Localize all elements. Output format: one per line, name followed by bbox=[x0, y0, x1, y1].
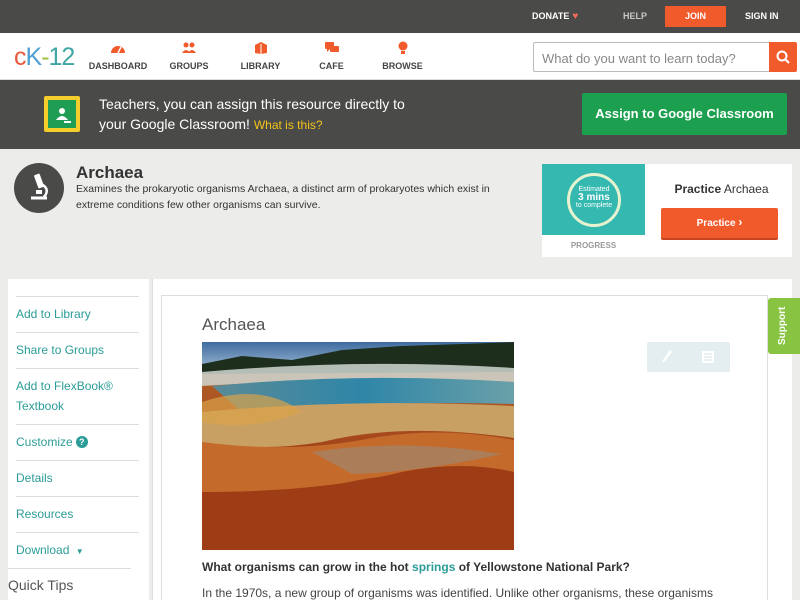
practice-button-label: Practice bbox=[696, 218, 736, 229]
google-classroom-icon bbox=[44, 96, 80, 132]
heart-icon: ♥ bbox=[572, 11, 579, 22]
question-text-end: of Yellowstone National Park? bbox=[458, 560, 630, 574]
sidebar-item-add-to-library[interactable]: Add to Library bbox=[16, 296, 139, 332]
join-button[interactable]: JOIN bbox=[665, 6, 726, 27]
logo-dash: - bbox=[41, 43, 49, 71]
caret-down-icon: ▼ bbox=[75, 547, 84, 556]
what-is-this-link[interactable]: What is this? bbox=[254, 118, 323, 132]
banner-line-1: Teachers, you can assign this resource d… bbox=[99, 96, 405, 112]
nav-library-label: LIBRARY bbox=[240, 61, 281, 71]
sign-in-link[interactable]: SIGN IN bbox=[745, 11, 779, 21]
sidebar-item-share-to-groups[interactable]: Share to Groups bbox=[16, 332, 139, 368]
estimated-mins: 3 mins bbox=[578, 192, 610, 203]
estimated-time-badge: Estimated 3 mins to complete bbox=[567, 173, 621, 227]
sidebar-item-customize[interactable]: Customize? bbox=[16, 424, 139, 460]
chevron-right-icon: › bbox=[738, 215, 743, 229]
nav-browse-label: BROWSE bbox=[382, 61, 423, 71]
support-label: Support bbox=[777, 306, 788, 345]
microscope-icon bbox=[14, 163, 64, 213]
annotation-tools bbox=[647, 342, 730, 372]
logo-12: 12 bbox=[48, 43, 76, 71]
nav-groups-label: GROUPS bbox=[169, 61, 209, 71]
nav-dashboard[interactable]: DASHBOARD bbox=[88, 41, 148, 71]
nav-library[interactable]: LIBRARY bbox=[238, 41, 283, 71]
support-tab[interactable]: Support bbox=[768, 298, 800, 354]
assign-to-google-classroom-button[interactable]: Assign to Google Classroom bbox=[582, 93, 787, 135]
progress-label: PROGRESS bbox=[570, 241, 617, 250]
library-icon bbox=[254, 42, 267, 54]
content-title: Archaea bbox=[202, 315, 266, 334]
nav-groups[interactable]: GROUPS bbox=[164, 41, 214, 71]
notes-icon[interactable] bbox=[701, 350, 715, 364]
help-link[interactable]: HELP bbox=[623, 11, 647, 21]
sidebar-item-resources[interactable]: Resources bbox=[16, 496, 139, 532]
sidebar-item-details[interactable]: Details bbox=[16, 460, 139, 496]
question-text-start: What organisms can grow in the hot bbox=[202, 560, 409, 574]
ck12-logo[interactable]: cK-12 bbox=[14, 43, 76, 72]
search-button[interactable] bbox=[769, 42, 797, 72]
cafe-icon bbox=[324, 42, 339, 52]
donate-link[interactable]: DONATE ♥ bbox=[532, 11, 578, 22]
practice-title: Practice Archaea bbox=[651, 182, 792, 196]
sidebar-item-download[interactable]: Download ▼ bbox=[16, 532, 139, 568]
download-label: Download bbox=[16, 543, 70, 557]
donate-label: DONATE bbox=[532, 11, 570, 21]
nav-browse[interactable]: BROWSE bbox=[380, 41, 425, 71]
nav-cafe-label: CAFE bbox=[319, 61, 344, 71]
springs-link[interactable]: springs bbox=[412, 560, 455, 574]
practice-title-topic: Archaea bbox=[723, 182, 769, 196]
browse-icon bbox=[398, 41, 407, 54]
practice-progress-graphic: Estimated 3 mins to complete bbox=[542, 164, 645, 235]
hot-spring-photo bbox=[202, 342, 514, 550]
nav-cafe[interactable]: CAFE bbox=[314, 41, 349, 71]
content-question: What organisms can grow in the hot sprin… bbox=[202, 560, 630, 574]
logo-c: c bbox=[14, 43, 26, 71]
dashboard-icon bbox=[111, 46, 125, 54]
search-icon bbox=[776, 50, 790, 64]
page-title: Archaea bbox=[76, 163, 144, 182]
logo-k: K bbox=[25, 43, 43, 71]
resource-sidebar: Add to Library Share to Groups Add to Fl… bbox=[8, 279, 149, 600]
pencil-icon[interactable] bbox=[661, 349, 673, 365]
top-bar: DONATE ♥ HELP JOIN SIGN IN bbox=[0, 0, 800, 33]
page-description: Examines the prokaryotic organisms Archa… bbox=[76, 183, 490, 211]
content-paragraph: In the 1970s, a new group of organisms w… bbox=[202, 586, 713, 600]
practice-card: Estimated 3 mins to complete PROGRESS Pr… bbox=[542, 164, 792, 257]
banner-line-2: your Google Classroom! bbox=[99, 116, 250, 132]
main-nav: cK-12 DASHBOARD GROUPS LIBRARY CAFE BROW… bbox=[0, 33, 800, 80]
search-input[interactable]: What do you want to learn today? bbox=[533, 42, 770, 72]
practice-title-bold: Practice bbox=[674, 182, 722, 196]
sidebar-item-add-to-flexbook[interactable]: Add to FlexBook® Textbook bbox=[16, 368, 139, 424]
help-icon[interactable]: ? bbox=[75, 436, 88, 448]
groups-icon bbox=[182, 42, 196, 53]
google-classroom-banner: Teachers, you can assign this resource d… bbox=[0, 80, 800, 149]
practice-button[interactable]: Practice › bbox=[661, 208, 778, 238]
quick-tips-heading: Quick Tips bbox=[8, 568, 131, 593]
banner-message: Teachers, you can assign this resource d… bbox=[99, 94, 405, 135]
estimated-complete-label: to complete bbox=[575, 202, 613, 209]
customize-label: Customize bbox=[16, 435, 73, 449]
nav-dashboard-label: DASHBOARD bbox=[88, 61, 148, 71]
